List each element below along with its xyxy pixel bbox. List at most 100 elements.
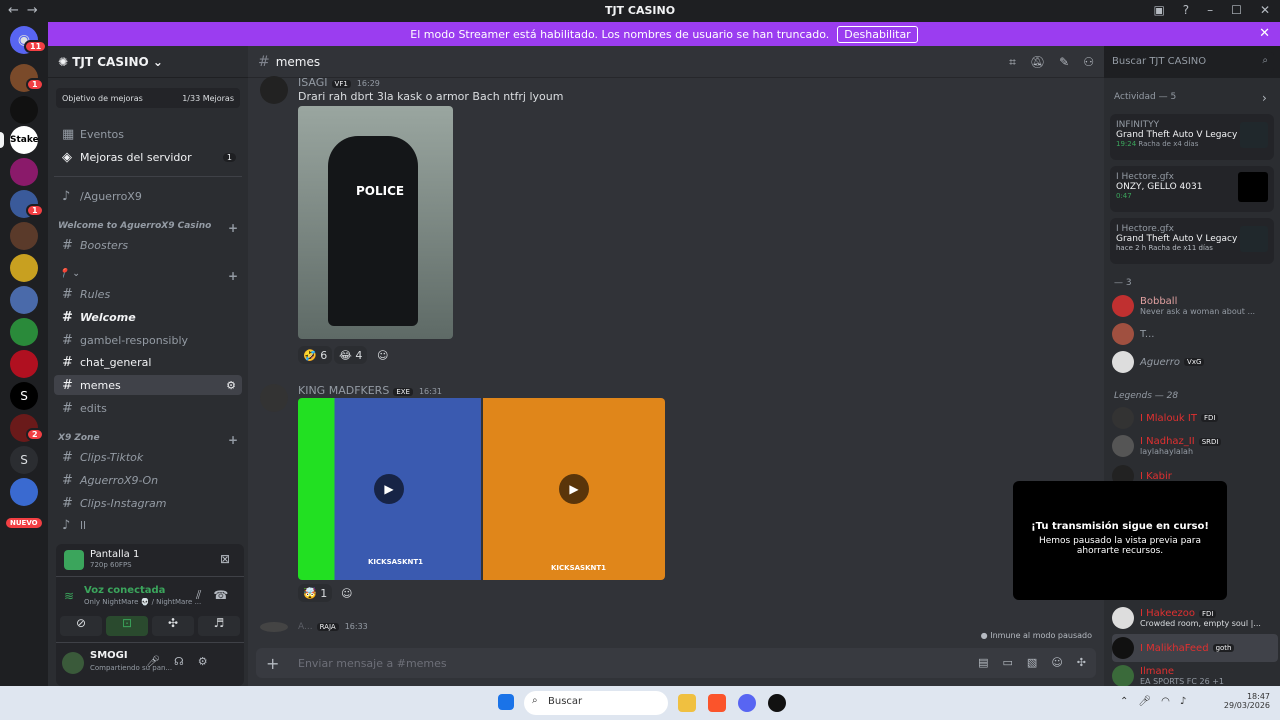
member[interactable]: I MalikhaFeed goth: [1112, 634, 1278, 662]
channel-name: memes: [275, 54, 321, 69]
channel-edits[interactable]: # edits: [54, 398, 242, 418]
gift-icon[interactable]: ▤: [978, 656, 988, 669]
server-icon[interactable]: [10, 222, 38, 250]
camera-button[interactable]: ⊘: [60, 616, 102, 636]
album-art: [1238, 172, 1268, 202]
add-reaction-icon[interactable]: ☺: [372, 346, 393, 364]
voice-connected: Voz conectada: [84, 585, 166, 596]
server-icon[interactable]: [10, 318, 38, 346]
server-icon[interactable]: [10, 286, 38, 314]
taskbar-search[interactable]: ⌕ Buscar: [524, 691, 668, 715]
events-item[interactable]: ▦ Eventos: [54, 124, 242, 144]
channel-rules[interactable]: # Rules: [54, 284, 242, 304]
server-icon[interactable]: [10, 96, 38, 124]
category-header[interactable]: 📍 ⌄ +: [58, 269, 238, 283]
disconnect-icon[interactable]: ☎: [213, 588, 228, 603]
settings-icon[interactable]: ⚙: [198, 655, 208, 668]
avatar[interactable]: [260, 622, 288, 632]
headphones-icon[interactable]: ☊: [174, 655, 184, 668]
discord-icon[interactable]: [738, 694, 756, 712]
voice-channel[interactable]: ♪/AguerroX9: [54, 186, 242, 206]
channel-memes[interactable]: # memes ⚙: [54, 375, 242, 395]
server-icon[interactable]: [10, 158, 38, 186]
server-icon[interactable]: S: [10, 382, 38, 410]
screen-title: Pantalla 1: [90, 549, 140, 560]
video-attachment[interactable]: ▶ KICKSASKNT1: [483, 398, 665, 580]
activity-card[interactable]: INFINITYY Grand Theft Auto V Legacy 19:2…: [1110, 114, 1274, 160]
server-boosts-item[interactable]: ◈ Mejoras del servidor 1: [54, 147, 242, 167]
boost-goal[interactable]: Objetivo de mejoras 1/33 Mejoras: [56, 88, 240, 108]
speaker-icon: ♪: [62, 188, 71, 204]
server-icon[interactable]: S: [10, 446, 38, 474]
reaction[interactable]: 😂 4: [334, 346, 368, 364]
channel-chat-general[interactable]: # chat_general: [54, 352, 242, 372]
search-icon: ⌕: [532, 695, 538, 706]
member[interactable]: I Hakeezoo FDI Crowded room, empty soul |.…: [1112, 604, 1278, 632]
avatar[interactable]: [260, 76, 288, 104]
server-icon-stake[interactable]: Stake: [10, 126, 38, 154]
group-header: Legends — 28: [1114, 391, 1179, 401]
threads-icon[interactable]: ⌗: [1009, 55, 1016, 70]
member[interactable]: I Mlalouk IT FDI: [1112, 404, 1278, 432]
banner-text: El modo Streamer está habilitado. Los no…: [410, 27, 830, 41]
activities-button[interactable]: ✣: [152, 616, 194, 636]
member[interactable]: T...: [1112, 320, 1278, 348]
server-icon[interactable]: [10, 254, 38, 282]
image-text: POLICE: [356, 184, 405, 198]
message-image[interactable]: POLICE: [298, 106, 453, 339]
apps-icon[interactable]: ✣: [1077, 656, 1086, 669]
streamer-banner: El modo Streamer está habilitado. Los no…: [48, 22, 1280, 46]
noise-icon[interactable]: ⫽: [196, 588, 201, 603]
member[interactable]: Aguerro VxG: [1112, 348, 1278, 376]
voice-channel-ll[interactable]: ♪ ll: [54, 515, 242, 535]
windows-start-icon[interactable]: [498, 694, 514, 710]
voice-panel: Pantalla 1 720p 60FPS ⊠ ≋ Voz conectada …: [56, 544, 244, 686]
file-explorer-icon[interactable]: [678, 694, 696, 712]
chevron-right-icon[interactable]: ›: [1262, 91, 1267, 105]
sticker-icon[interactable]: ▧: [1027, 656, 1037, 669]
app-icon[interactable]: [768, 694, 786, 712]
add-reaction-icon[interactable]: ☺: [336, 584, 357, 602]
category-header[interactable]: Welcome to AguerroX9 Casino +: [58, 221, 238, 235]
disable-streamer-button[interactable]: Deshabilitar: [837, 25, 918, 43]
member[interactable]: Bobball Never ask a woman about ...: [1112, 292, 1278, 320]
reaction[interactable]: 🤣 6: [298, 346, 333, 364]
channel-aguerro-on[interactable]: # AguerroX9-On: [54, 470, 242, 490]
play-icon: ▶: [559, 474, 589, 504]
server-header[interactable]: ✺ TJT CASINO ⌄⚇: [48, 46, 287, 78]
speaker-icon: ♪: [62, 517, 71, 533]
stop-share-icon[interactable]: ⊠: [220, 552, 230, 566]
member[interactable]: I Nadhaz_II SRDI laylahaylalah: [1112, 432, 1278, 460]
channel-gamble[interactable]: # gambel-responsibly: [54, 330, 242, 350]
add-attachment-icon[interactable]: +: [266, 654, 279, 673]
mic-icon[interactable]: 🎤︎: [146, 655, 160, 668]
channel-welcome[interactable]: # Welcome: [54, 307, 242, 327]
activity-card[interactable]: I Hectore.gfx Grand Theft Auto V Legacy …: [1110, 218, 1274, 264]
window-controls[interactable]: ▣? – ☐ ✕: [1153, 3, 1270, 17]
channel-boosters[interactable]: # Boosters: [54, 235, 242, 255]
search-input[interactable]: Buscar TJT CASINO ⌕: [1104, 52, 1274, 72]
server-icon[interactable]: [10, 478, 38, 506]
brave-icon[interactable]: [708, 694, 726, 712]
mute-icon[interactable]: 🔕︎: [1030, 55, 1045, 70]
channel-tiktok[interactable]: # Clips-Tiktok: [54, 447, 242, 467]
pin-icon[interactable]: ✎: [1059, 55, 1069, 70]
category-header[interactable]: X9 Zone +: [58, 433, 238, 447]
avatar[interactable]: [260, 384, 288, 412]
inbox-icon: ▣: [1153, 3, 1165, 17]
clock[interactable]: 18:47 29/03/2026: [1222, 692, 1270, 710]
server-icon[interactable]: [10, 350, 38, 378]
members-icon[interactable]: ⚇: [1083, 55, 1094, 70]
activity-card[interactable]: I Hectore.gfx ONZY, GELLO 4031 0:47: [1110, 166, 1274, 212]
message-composer[interactable]: + Enviar mensaje a #memes ▤ ▭ ▧ ☺ ✣: [256, 648, 1096, 678]
reaction[interactable]: 🤯 1: [298, 584, 333, 602]
gif-icon[interactable]: ▭: [1003, 656, 1013, 669]
settings-icon: ⚙: [226, 378, 236, 392]
emoji-icon[interactable]: ☺: [1051, 656, 1062, 669]
close-icon[interactable]: ✕: [1259, 26, 1270, 41]
share-screen-button[interactable]: ⊡: [106, 616, 148, 636]
channel-instagram[interactable]: # Clips-Instagram: [54, 493, 242, 513]
composer-placeholder: Enviar mensaje a #memes: [298, 656, 447, 670]
video-attachment[interactable]: ▶ KICKSASKNT1: [298, 398, 481, 580]
soundboard-button[interactable]: ♬: [198, 616, 240, 636]
